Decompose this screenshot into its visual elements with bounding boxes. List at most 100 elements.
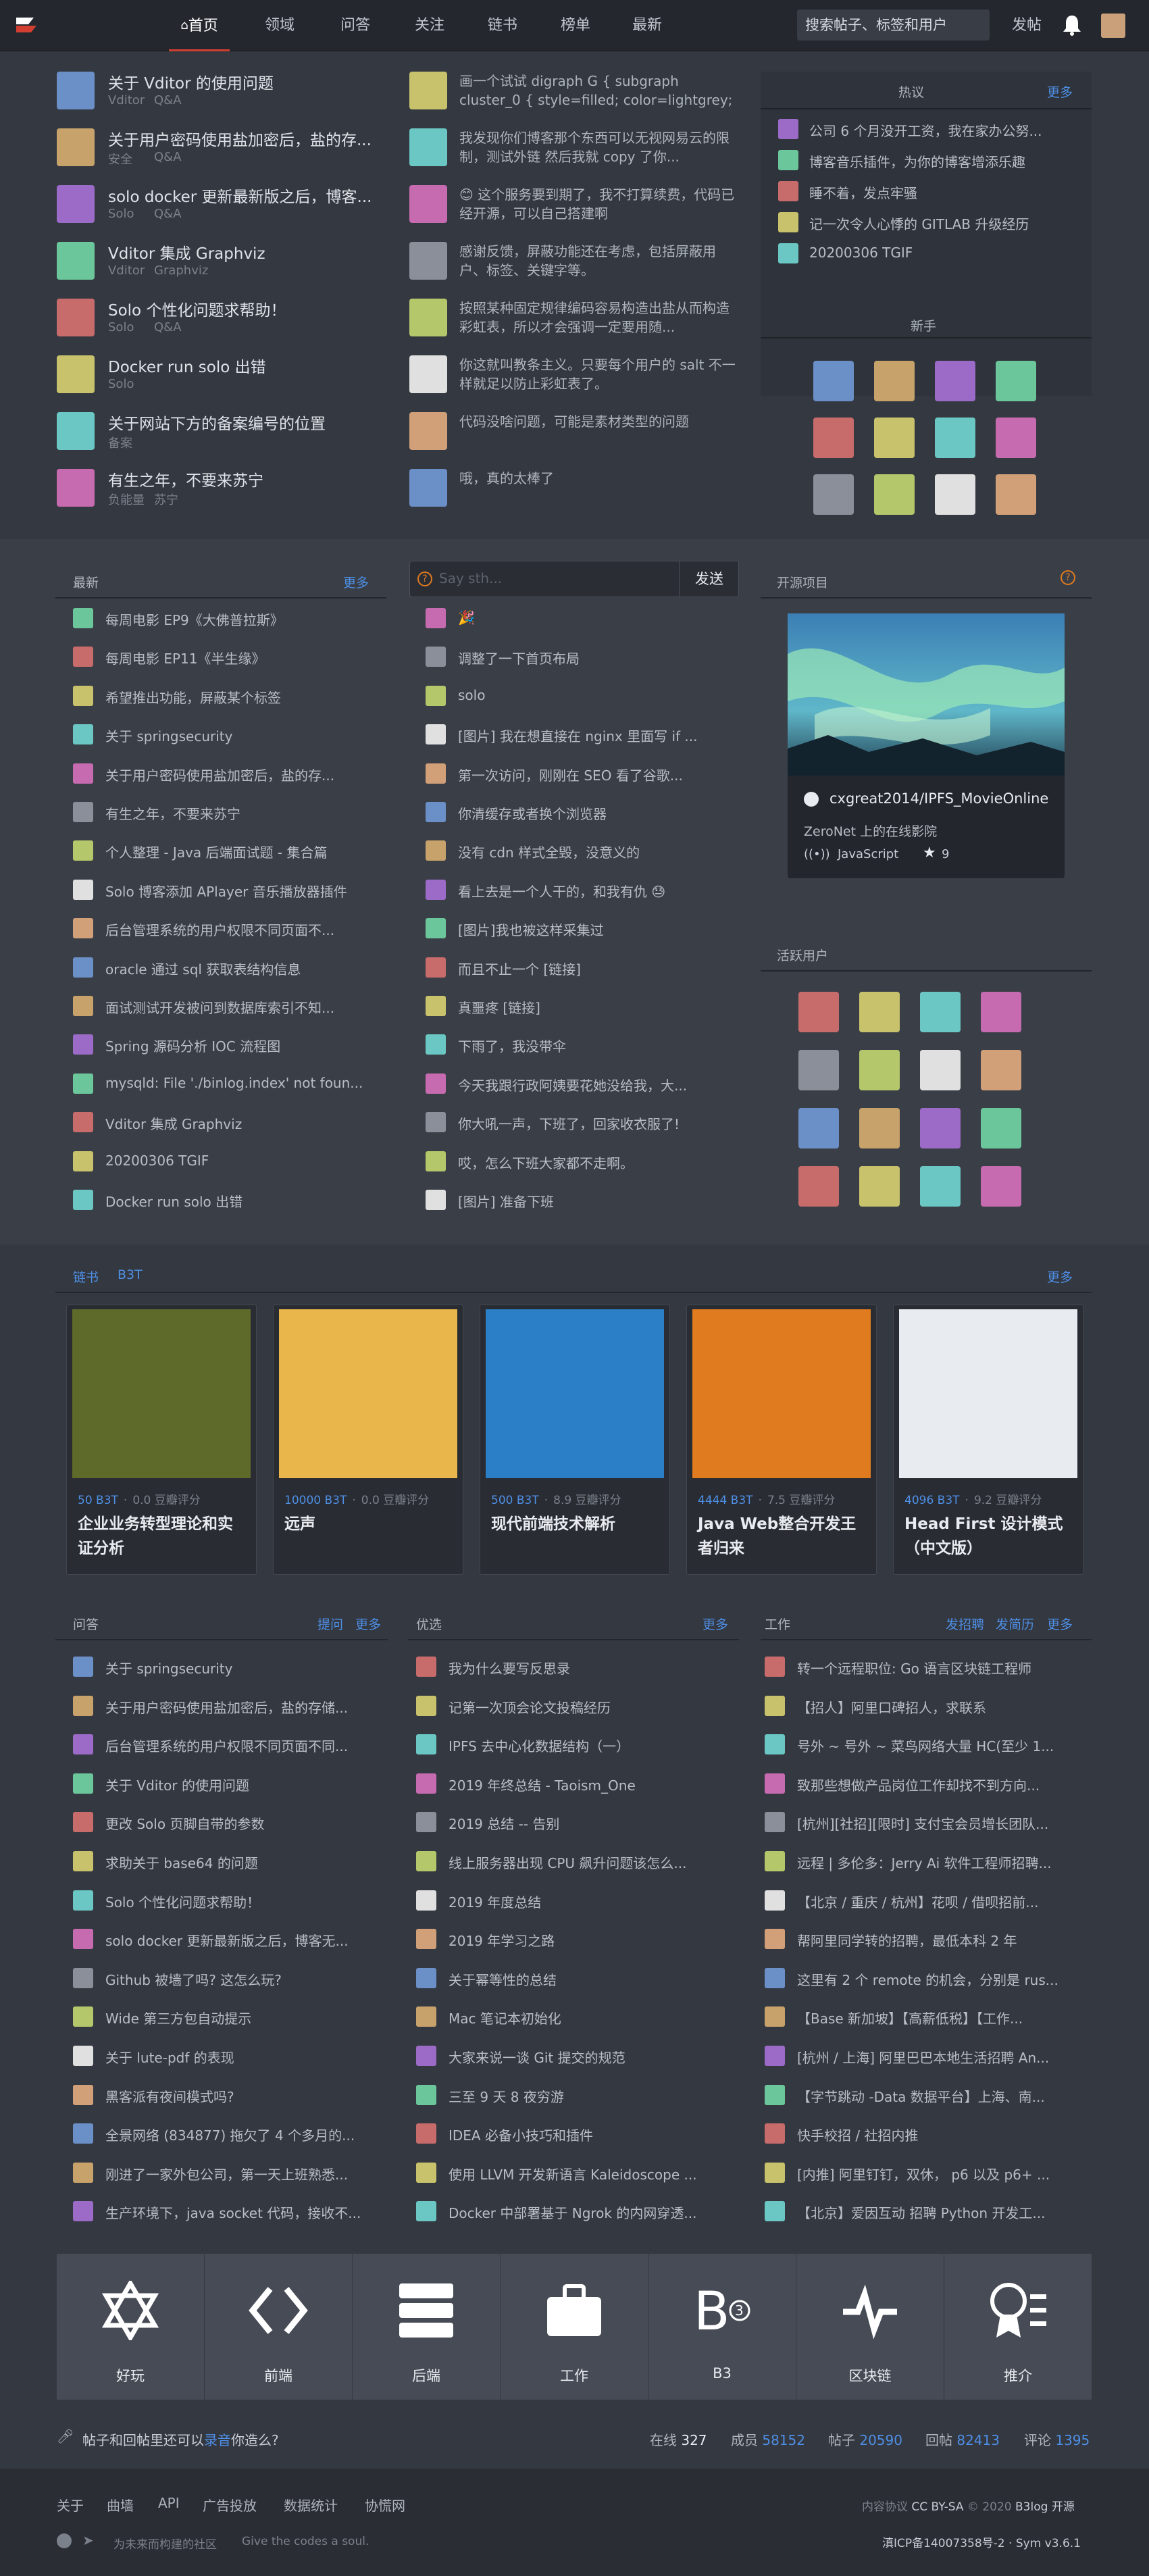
avatar[interactable] — [409, 412, 447, 450]
latest-item[interactable]: 每周电影 EP11《半生缘》 — [105, 648, 369, 667]
avatar[interactable] — [73, 1734, 93, 1755]
qa-item[interactable]: 黑客派有夜间模式吗? — [105, 2086, 382, 2106]
members-count[interactable]: 58152 — [762, 2432, 805, 2448]
avatar[interactable] — [73, 2162, 93, 2183]
avatar[interactable] — [73, 1034, 93, 1055]
chat-item[interactable]: 看上去是一个人干的，和我有仇 😓 — [458, 881, 715, 901]
avatar[interactable] — [778, 150, 798, 170]
active-user-avatar[interactable] — [920, 1108, 961, 1148]
qa-item[interactable]: 全景网络 (834877) 拖欠了 4 个多月的... — [105, 2125, 382, 2144]
avatar[interactable] — [416, 2046, 436, 2066]
avatar[interactable] — [57, 72, 95, 109]
avatar[interactable] — [765, 2006, 785, 2027]
avatar[interactable] — [765, 1851, 785, 1871]
avatar[interactable] — [73, 918, 93, 939]
avatar[interactable] — [409, 355, 447, 393]
avatar[interactable] — [778, 119, 798, 139]
latest-item[interactable]: 希望推出功能，屏蔽某个标签 — [105, 687, 369, 707]
topic-title[interactable]: Vditor 集成 Graphviz — [108, 241, 392, 263]
hot-item[interactable]: 公司 6 个月没开工资，我在家办公努... — [809, 120, 1073, 140]
newbie-avatar[interactable] — [813, 474, 854, 515]
qa-item[interactable]: 关于 lute-pdf 的表现 — [105, 2047, 382, 2067]
active-user-avatar[interactable] — [798, 1166, 839, 1207]
qa-item[interactable]: 刚进了一家外包公司，第一天上班熟悉... — [105, 2164, 382, 2183]
chat-item[interactable]: 下雨了，我没带伞 — [458, 1036, 715, 1055]
newbie-avatar[interactable] — [935, 474, 975, 515]
jobs-item[interactable]: 号外 ~ 号外 ~ 菜鸟网络大量 HC(至少 1... — [797, 1736, 1074, 1755]
help-icon[interactable]: ? — [417, 572, 432, 586]
avatar[interactable] — [73, 802, 93, 822]
active-user-avatar[interactable] — [981, 1108, 1021, 1148]
topic-tag[interactable]: Q&A — [154, 207, 182, 221]
good-item[interactable]: 大家来说一谈 Git 提交的规范 — [449, 2047, 725, 2067]
avatar[interactable] — [57, 185, 95, 223]
comments-count[interactable]: 1395 — [1055, 2432, 1090, 2448]
good-item[interactable]: IPFS 去中心化数据结构（一） — [449, 1736, 725, 1755]
active-user-avatar[interactable] — [798, 1050, 839, 1090]
avatar[interactable] — [57, 128, 95, 166]
active-user-avatar[interactable] — [859, 1166, 900, 1207]
avatar[interactable] — [416, 2162, 436, 2183]
avatar[interactable] — [73, 2123, 93, 2144]
jobs-item[interactable]: 快手校招 / 社招内推 — [797, 2125, 1074, 2144]
avatar[interactable] — [73, 1812, 93, 1833]
avatar[interactable] — [409, 128, 447, 166]
avatar[interactable] — [57, 242, 95, 280]
qa-more-link[interactable]: 更多 — [355, 1615, 381, 1633]
avatar[interactable] — [416, 2006, 436, 2027]
nav-domains[interactable]: 领域 — [259, 0, 300, 51]
avatar[interactable] — [765, 2162, 785, 2183]
topic-title[interactable]: solo docker 更新最新版之后，博客... — [108, 184, 392, 207]
avatar[interactable] — [765, 1929, 785, 1950]
avatar[interactable] — [426, 724, 446, 745]
avatar[interactable] — [426, 1151, 446, 1171]
chat-item[interactable]: [图片]我也被这样采集过 — [458, 919, 715, 939]
avatar[interactable] — [73, 879, 93, 900]
books-tab-lianshu[interactable]: 链书 — [73, 1267, 99, 1286]
avatar[interactable] — [73, 647, 93, 667]
avatar[interactable] — [765, 2046, 785, 2066]
jobs-item[interactable]: [杭州][社招][限时] 支付宝会员增长团队... — [797, 1813, 1074, 1833]
avatar[interactable] — [409, 72, 447, 109]
nav-rank[interactable]: 榜单 — [555, 0, 596, 51]
jobs-item[interactable]: 帮阿里同学转的招聘，最低本科 2 年 — [797, 1930, 1074, 1950]
footer-xiehuang[interactable]: 协慌网 — [365, 2495, 405, 2515]
qa-item[interactable]: 生产环境下，java socket 代码，接收不... — [105, 2202, 382, 2222]
chat-item[interactable]: 而且不止一个 [链接] — [458, 959, 715, 978]
avatar[interactable] — [57, 299, 95, 336]
book-card[interactable]: 10000 B3T · 0.0 豆瓣评分 远声 — [273, 1305, 463, 1575]
avatar[interactable] — [426, 879, 446, 900]
avatar[interactable] — [73, 1967, 93, 1988]
avatar[interactable] — [426, 685, 446, 706]
newbie-avatar[interactable] — [874, 418, 915, 458]
qa-item[interactable]: 关于用户密码使用盐加密后，盐的存储... — [105, 1697, 382, 1717]
avatar[interactable] — [73, 724, 93, 745]
active-user-avatar[interactable] — [920, 992, 961, 1032]
chat-item[interactable]: 哎，怎么下班大家都不走啊。 — [458, 1153, 715, 1172]
topic-tag[interactable]: Solo — [108, 207, 134, 221]
nav-follow[interactable]: 关注 — [409, 0, 450, 51]
active-user-avatar[interactable] — [859, 1108, 900, 1148]
search-input[interactable]: 搜索帖子、标签和用户 — [797, 9, 990, 41]
latest-item[interactable]: 关于用户密码使用盐加密后，盐的存... — [105, 765, 369, 784]
topic-title[interactable]: 关于 Vditor 的使用问题 — [108, 70, 392, 93]
nav-books[interactable]: 链书 — [482, 0, 523, 51]
avatar[interactable] — [426, 1034, 446, 1055]
topic-title[interactable]: 关于网站下方的备案编号的位置 — [108, 411, 392, 434]
avatar[interactable] — [73, 2201, 93, 2222]
hot-item[interactable]: 博客音乐插件，为你的博客增添乐趣 — [809, 151, 1073, 171]
topic-title[interactable]: Docker run solo 出错 — [108, 354, 392, 377]
newbie-avatar[interactable] — [874, 474, 915, 515]
bell-icon[interactable] — [1062, 14, 1082, 36]
qa-item[interactable]: Github 被墙了吗? 这怎么玩? — [105, 1969, 382, 1989]
topic-tag[interactable]: 安全 — [108, 150, 132, 168]
avatar[interactable] — [73, 1657, 93, 1677]
avatar[interactable] — [426, 763, 446, 784]
user-avatar[interactable] — [1101, 14, 1125, 38]
good-more-link[interactable]: 更多 — [703, 1615, 728, 1633]
hot-item[interactable]: 睡不着，发点牢骚 — [809, 182, 1073, 202]
avatar[interactable] — [73, 1695, 93, 1716]
comment-text[interactable]: 😊 这个服务要到期了，我不打算续费，代码已经开源，可以自己搭建啊 — [459, 185, 736, 223]
topic-tag[interactable]: 备案 — [108, 434, 132, 451]
qa-item[interactable]: 关于 Vditor 的使用问题 — [105, 1775, 382, 1794]
